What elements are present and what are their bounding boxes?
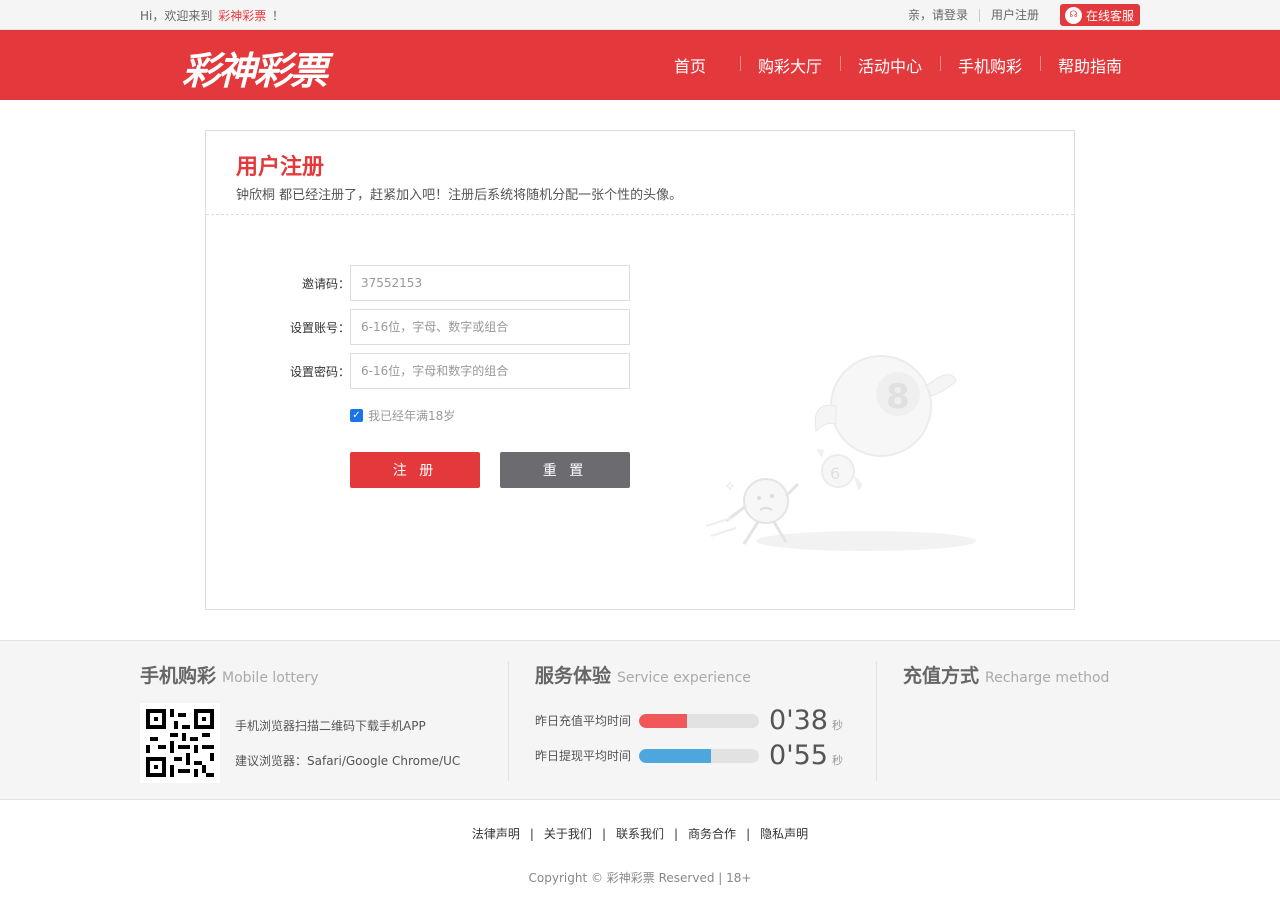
register-panel: 用户注册 钟欣桐 都已经注册了，赶紧加入吧！注册后系统将随机分配一张个性的头像。… bbox=[205, 130, 1075, 610]
divider: | bbox=[746, 827, 751, 841]
mobile-title-en: Mobile lottery bbox=[222, 670, 319, 686]
age-agree: ✓ 我已经年满18岁 bbox=[350, 407, 455, 424]
invite-label: 邀请码： bbox=[301, 277, 350, 291]
register-title: 用户注册 bbox=[236, 155, 325, 180]
headset-icon: ☊ bbox=[1064, 6, 1082, 24]
service-title: 服务体验 Service experience bbox=[535, 661, 876, 688]
link-about[interactable]: 关于我们 bbox=[544, 827, 592, 841]
svg-text:8: 8 bbox=[886, 377, 910, 417]
divider: | bbox=[674, 827, 679, 841]
register-link[interactable]: 用户注册 bbox=[980, 8, 1050, 22]
account-row: 设置账号： bbox=[206, 309, 806, 345]
age-agree-label: 我已经年满18岁 bbox=[368, 409, 456, 423]
withdraw-time-value: 0'55 bbox=[769, 740, 828, 771]
mobile-section: 手机购彩 Mobile lottery 手机浏览器扫描二维码下载手机APP 建议… bbox=[140, 661, 508, 783]
nav-mobile[interactable]: 手机购彩 bbox=[940, 53, 1040, 77]
service-title-text: 服务体验 bbox=[535, 665, 612, 687]
welcome-text: Hi，欢迎来到 彩神彩票 ！ bbox=[140, 7, 284, 24]
login-link[interactable]: 亲，请登录 bbox=[897, 8, 979, 22]
site-logo[interactable]: 彩神彩票 bbox=[182, 40, 328, 95]
qr-code-image bbox=[146, 709, 214, 777]
deposit-time-bar bbox=[639, 713, 760, 728]
main-header: 彩神彩票 首页 购彩大厅 活动中心 手机购彩 帮助指南 bbox=[0, 30, 1280, 100]
online-service-label: 在线客服 bbox=[1085, 8, 1134, 23]
mobile-title: 手机购彩 Mobile lottery bbox=[140, 661, 508, 688]
svg-text:6: 6 bbox=[830, 464, 840, 483]
svg-text:✧: ✧ bbox=[724, 479, 736, 495]
deposit-time-label: 昨日充值平均时间 bbox=[535, 714, 632, 728]
nav-lottery-hall[interactable]: 购彩大厅 bbox=[740, 53, 840, 77]
footer-info: 手机购彩 Mobile lottery 手机浏览器扫描二维码下载手机APP 建议… bbox=[0, 640, 1280, 800]
deposit-time-unit: 秒 bbox=[831, 718, 843, 732]
age-checkbox[interactable]: ✓ bbox=[350, 409, 363, 422]
mobile-title-text: 手机购彩 bbox=[140, 665, 217, 687]
invite-row: 邀请码： bbox=[206, 265, 806, 301]
nav-activities[interactable]: 活动中心 bbox=[840, 53, 940, 77]
recharge-title-en: Recharge method bbox=[985, 670, 1110, 686]
qr-code bbox=[140, 703, 220, 783]
nav-home[interactable]: 首页 bbox=[640, 53, 740, 77]
withdraw-time-fill bbox=[639, 748, 712, 763]
copyright: Copyright © 彩神彩票 Reserved | 18+ bbox=[528, 871, 752, 885]
account-label: 设置账号： bbox=[289, 321, 350, 335]
divider: | bbox=[601, 827, 606, 841]
mobile-download-text: 手机浏览器扫描二维码下载手机APP bbox=[235, 719, 426, 733]
recharge-section: 充值方式 Recharge method bbox=[876, 661, 1140, 781]
password-label: 设置密码： bbox=[289, 365, 350, 379]
top-bar: Hi，欢迎来到 彩神彩票 ！ 亲，请登录 用户注册 ☊ 在线客服 bbox=[0, 0, 1280, 30]
mobile-browser-text: 建议浏览器：Safari/Google Chrome/UC bbox=[235, 754, 461, 768]
register-subtitle: 钟欣桐 都已经注册了，赶紧加入吧！注册后系统将随机分配一张个性的头像。 bbox=[236, 188, 683, 203]
withdraw-time-bar bbox=[639, 748, 760, 763]
invite-code-input[interactable] bbox=[350, 265, 630, 301]
greeting-exclaim: ！ bbox=[272, 9, 285, 23]
recharge-title: 充值方式 Recharge method bbox=[903, 661, 1140, 688]
nav-help[interactable]: 帮助指南 bbox=[1040, 53, 1140, 77]
greeting-text: Hi，欢迎来到 bbox=[140, 9, 213, 23]
service-title-en: Service experience bbox=[617, 670, 751, 686]
main-nav: 首页 购彩大厅 活动中心 手机购彩 帮助指南 bbox=[640, 30, 1140, 100]
link-privacy[interactable]: 隐私声明 bbox=[760, 827, 808, 841]
link-business[interactable]: 商务合作 bbox=[688, 827, 736, 841]
mascot-illustration: 8 6 ✧ bbox=[705, 355, 976, 551]
register-button[interactable]: 注 册 bbox=[350, 452, 480, 488]
footer-links: 法律声明 | 关于我们 | 联系我们 | 商务合作 | 隐私声明 bbox=[0, 825, 1280, 842]
deposit-time-value: 0'38 bbox=[769, 705, 828, 736]
password-input[interactable] bbox=[350, 353, 630, 389]
brand-link[interactable]: 彩神彩票 bbox=[218, 9, 266, 23]
divider bbox=[206, 214, 1074, 215]
reset-button[interactable]: 重 置 bbox=[500, 452, 630, 488]
withdraw-time-label: 昨日提现平均时间 bbox=[535, 749, 632, 763]
account-input[interactable] bbox=[350, 309, 630, 345]
withdraw-time-stat: 昨日提现平均时间 0'55 秒 bbox=[535, 740, 843, 771]
online-service-button[interactable]: ☊ 在线客服 bbox=[1059, 4, 1140, 26]
link-contact[interactable]: 联系我们 bbox=[616, 827, 664, 841]
withdraw-time-unit: 秒 bbox=[831, 753, 843, 767]
deposit-time-stat: 昨日充值平均时间 0'38 秒 bbox=[535, 705, 843, 736]
deposit-time-fill bbox=[639, 713, 688, 728]
link-legal[interactable]: 法律声明 bbox=[472, 827, 520, 841]
divider: | bbox=[529, 827, 534, 841]
service-section: 服务体验 Service experience 昨日充值平均时间 0'38 秒 昨… bbox=[508, 661, 876, 781]
recharge-title-text: 充值方式 bbox=[903, 665, 980, 687]
